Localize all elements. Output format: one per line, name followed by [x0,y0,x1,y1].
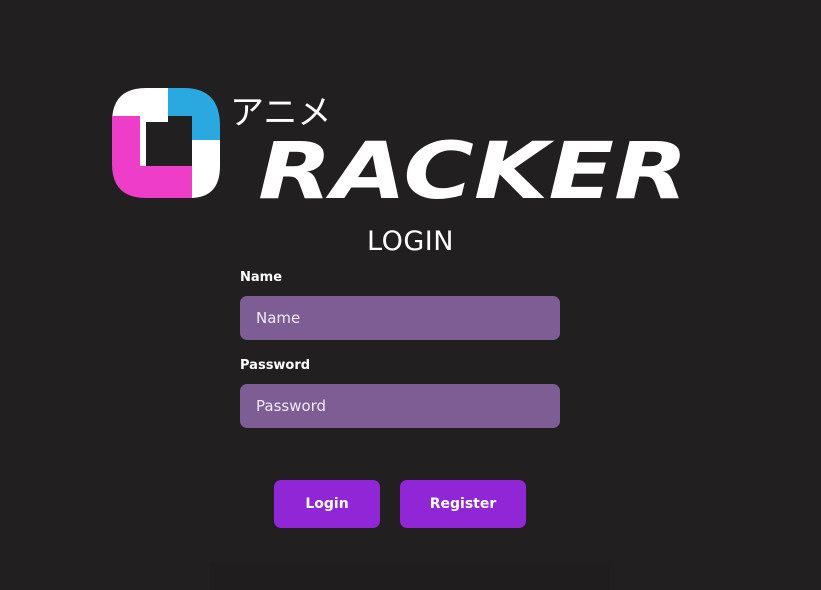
footer-band [210,562,610,590]
page-title: LOGIN [367,226,454,258]
name-input[interactable] [240,296,560,340]
name-label: Name [240,270,283,285]
form-actions: Login Register [274,480,534,528]
logo-wordmark-text: RACKER [258,127,688,206]
register-button[interactable]: Register [400,480,526,528]
password-input[interactable] [240,384,560,428]
login-page: アニメ RACKER LOGIN Name Password Login Reg… [0,0,821,590]
login-form: Name Password [240,268,560,428]
password-label: Password [240,358,311,373]
logo-emblem-icon [112,88,220,198]
tracker-logo-graphic: アニメ RACKER [112,88,688,206]
login-button[interactable]: Login [274,480,380,528]
app-logo: アニメ RACKER [110,82,692,206]
